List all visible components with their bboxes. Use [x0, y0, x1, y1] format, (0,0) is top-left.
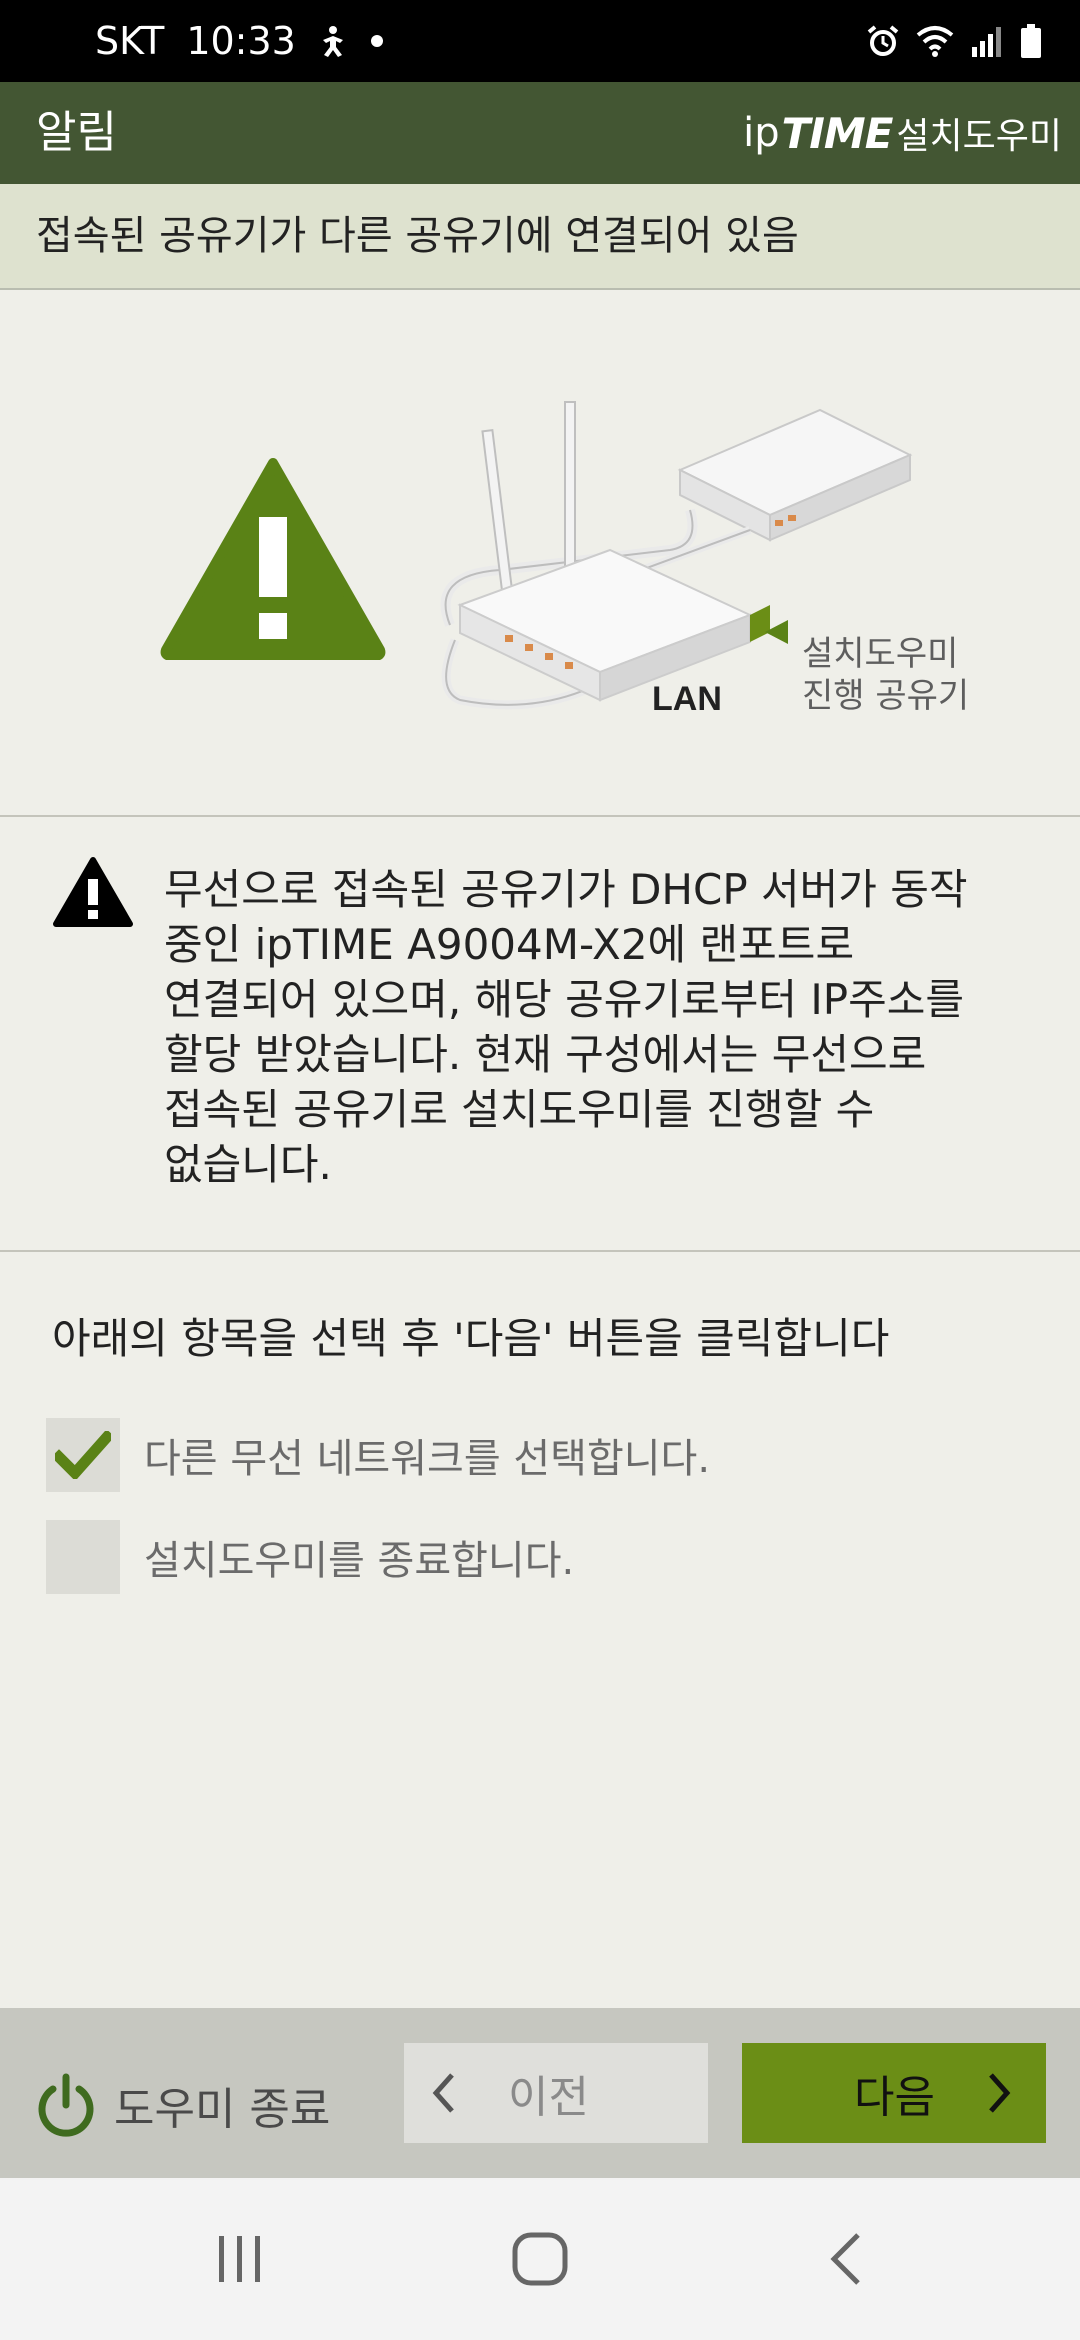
wifi-icon	[916, 26, 954, 57]
home-button[interactable]	[500, 2178, 580, 2340]
callout-line-2: 진행 공유기	[802, 676, 970, 716]
warning-triangle-icon	[160, 458, 386, 660]
battery-icon	[1021, 24, 1041, 58]
option-other-network[interactable]: 다른 무선 네트워크를 선택합니다.	[46, 1418, 710, 1492]
bottom-action-bar: 도우미 종료 이전 다음	[0, 2008, 1080, 2178]
chevron-right-icon	[989, 2073, 1011, 2113]
option-exit-wizard[interactable]: 설치도우미를 종료합니다.	[46, 1520, 574, 1594]
clock: 10:33	[186, 19, 296, 63]
next-label: 다음	[854, 2072, 935, 2123]
notification-dot-icon	[370, 35, 383, 47]
brand-ip: ip	[743, 110, 780, 156]
instruction-text: 아래의 항목을 선택 후 '다음' 버튼을 클릭합니다	[52, 1314, 890, 1363]
prev-label: 이전	[508, 2072, 589, 2123]
message-line: 중인 ipTIME A9004M-X2에 랜포트로	[164, 920, 855, 969]
brand-time: TIME	[781, 108, 894, 158]
accessibility-icon	[322, 26, 343, 57]
alert-subheader: 접속된 공유기가 다른 공유기에 연결되어 있음	[0, 184, 1080, 290]
message-line: 접속된 공유기로 설치도우미를 진행할 수	[164, 1085, 875, 1134]
divider	[0, 1250, 1080, 1252]
option-label: 다른 무선 네트워크를 선택합니다.	[144, 1436, 711, 1482]
checkbox-exit-wizard[interactable]	[46, 1520, 120, 1594]
message-line: 할당 받았습니다. 현재 구성에서는 무선으로	[164, 1030, 927, 1079]
carrier-label: SKT	[95, 19, 165, 63]
divider	[0, 815, 1080, 817]
back-button[interactable]	[805, 2178, 885, 2340]
signal-icon	[972, 27, 1001, 57]
home-icon	[512, 2232, 568, 2286]
system-nav-bar	[0, 2178, 1080, 2340]
recent-apps-icon	[219, 2236, 260, 2282]
warning-icon	[53, 857, 133, 927]
status-bar: SKT 10:33	[0, 0, 1080, 82]
exit-wizard-button[interactable]: 도우미 종료	[36, 2058, 330, 2152]
option-label: 설치도우미를 종료합니다.	[144, 1538, 575, 1584]
message-text: 무선으로 접속된 공유기가 DHCP 서버가 동작 중인 ipTIME A900…	[164, 862, 1044, 1192]
checkmark-icon	[55, 1431, 111, 1479]
brand-suffix: 설치도우미	[896, 116, 1062, 157]
alarm-icon	[867, 25, 899, 56]
message-line: 무선으로 접속된 공유기가 DHCP 서버가 동작	[164, 865, 968, 914]
lan-label: LAN	[652, 680, 722, 718]
message-line: 없습니다.	[164, 1140, 332, 1189]
checkbox-other-network[interactable]	[46, 1418, 120, 1492]
alert-heading: 접속된 공유기가 다른 공유기에 연결되어 있음	[36, 213, 799, 259]
illustration: LAN 설치도우미 진행 공유기	[0, 290, 1080, 815]
back-icon	[830, 2233, 860, 2285]
recent-apps-button[interactable]	[200, 2178, 280, 2340]
callout-label: 설치도우미 진행 공유기	[802, 633, 969, 717]
chevron-left-icon	[432, 2073, 454, 2113]
brand-logo: ip TIME 설치도우미	[743, 82, 1062, 184]
next-button[interactable]: 다음	[742, 2043, 1046, 2143]
callout-line-1: 설치도우미	[802, 634, 959, 674]
power-icon	[38, 2073, 94, 2137]
app-header: 알림 ip TIME 설치도우미	[0, 82, 1080, 184]
exit-label: 도우미 종료	[114, 2084, 331, 2135]
message-line: 연결되어 있으며, 해당 공유기로부터 IP주소를	[164, 975, 964, 1024]
prev-button[interactable]: 이전	[404, 2043, 708, 2143]
page-title: 알림	[36, 107, 117, 158]
